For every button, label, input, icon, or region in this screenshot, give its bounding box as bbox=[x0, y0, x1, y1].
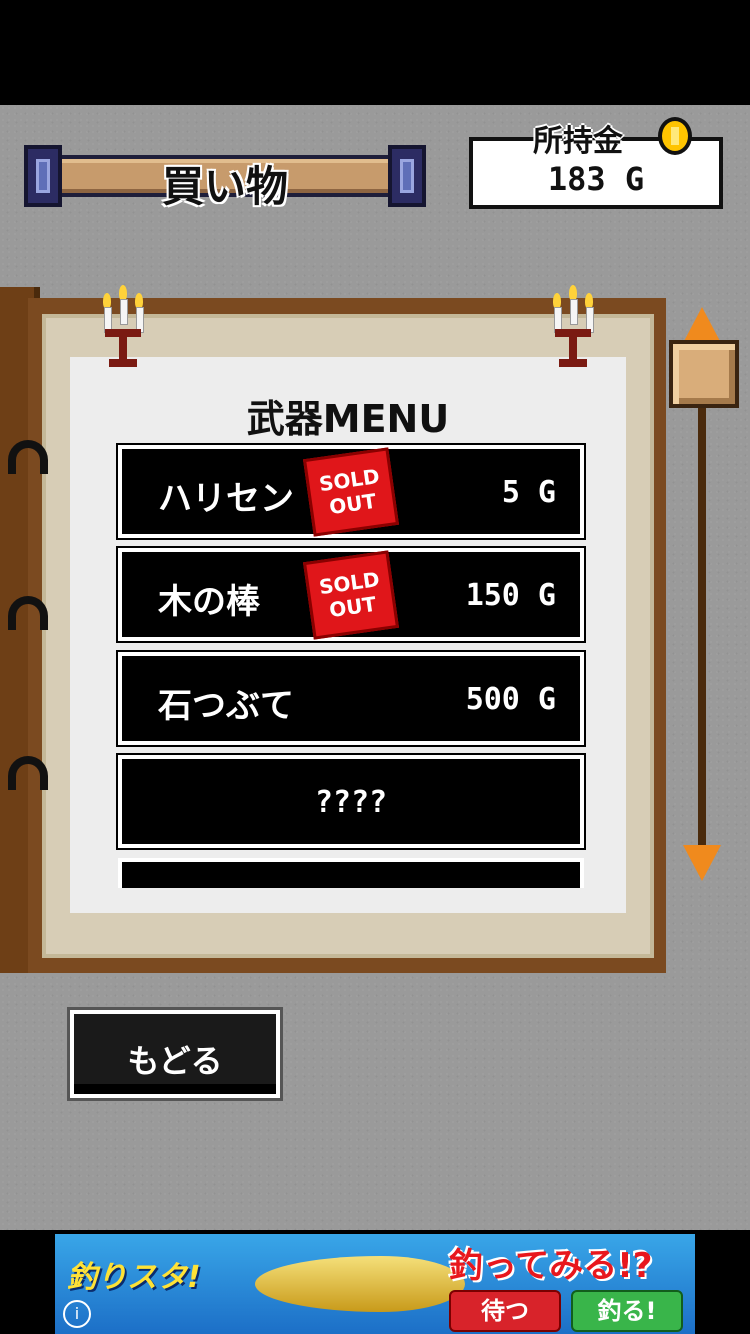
ad-headline: 釣ってみる!? bbox=[449, 1246, 653, 1286]
fish-icon bbox=[255, 1256, 465, 1312]
scroll-thumb[interactable] bbox=[669, 340, 739, 408]
shop-item-stone[interactable]: 石つぶて 500 G bbox=[118, 652, 584, 745]
item-price: 150 G bbox=[465, 578, 556, 613]
binder-ring-icon bbox=[8, 596, 48, 630]
candelabra-icon bbox=[549, 285, 597, 377]
ad-logo: 釣りスタ! bbox=[67, 1260, 201, 1295]
shop-item-harisen[interactable]: ハリセン SOLD OUT 5 G bbox=[118, 445, 584, 538]
menu-title: 武器MENU bbox=[246, 397, 450, 441]
shop-item-wooden-stick[interactable]: 木の棒 SOLD OUT 150 G bbox=[118, 548, 584, 641]
item-name: 石つぶて bbox=[158, 686, 294, 726]
binder-ring-icon bbox=[8, 756, 48, 790]
back-button-label: もどる bbox=[127, 1042, 223, 1080]
scroll-up-arrow-icon[interactable] bbox=[683, 307, 721, 343]
item-price: 5 G bbox=[501, 475, 556, 510]
back-button[interactable]: もどる bbox=[70, 1010, 280, 1098]
title-banner: 買い物 bbox=[24, 145, 426, 211]
scroll-down-arrow-icon[interactable] bbox=[683, 845, 721, 881]
coin-icon bbox=[658, 117, 692, 155]
ad-wait-button[interactable]: 待つ bbox=[449, 1290, 561, 1332]
ad-fish-button[interactable]: 釣る! bbox=[571, 1290, 683, 1332]
list-item bbox=[118, 858, 584, 888]
page-title: 買い物 bbox=[161, 162, 288, 211]
item-name-unknown: ???? bbox=[314, 785, 388, 820]
item-name: ハリセン bbox=[158, 479, 294, 519]
scroll-track[interactable] bbox=[698, 345, 706, 850]
status-bar bbox=[0, 0, 750, 105]
item-name: 木の棒 bbox=[158, 582, 260, 622]
sold-out-badge: SOLD OUT bbox=[302, 447, 400, 537]
sold-out-badge: SOLD OUT bbox=[302, 550, 400, 640]
ad-banner[interactable]: 釣りスタ! 釣ってみる!? 待つ 釣る! i bbox=[55, 1234, 695, 1334]
binder-ring-icon bbox=[8, 440, 48, 474]
shop-item-partial[interactable] bbox=[118, 858, 584, 888]
item-price: 500 G bbox=[465, 682, 556, 717]
shop-item-unknown[interactable]: ???? bbox=[118, 755, 584, 848]
money-label: 所持金 bbox=[533, 124, 623, 159]
candelabra-icon bbox=[99, 285, 147, 377]
money-value: 183 G bbox=[547, 160, 645, 198]
info-icon[interactable]: i bbox=[63, 1300, 91, 1328]
